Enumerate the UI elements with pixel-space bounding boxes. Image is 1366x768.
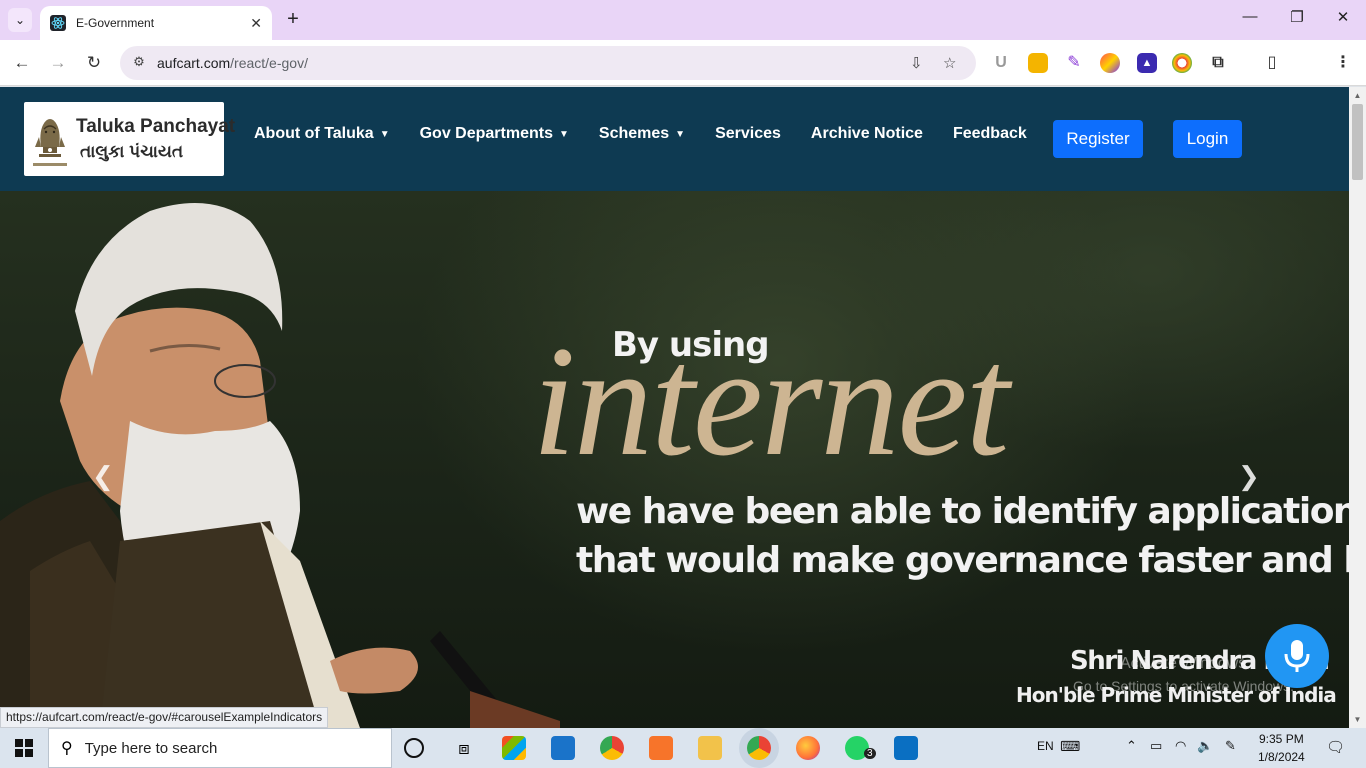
page-scrollbar[interactable]: ▲ ▼ — [1349, 87, 1366, 728]
carousel-next-icon[interactable]: ❯ — [1238, 461, 1260, 492]
yellow-extension-icon[interactable] — [1028, 53, 1048, 73]
chrome-taskbar-icon[interactable] — [600, 736, 624, 760]
back-icon[interactable]: ← — [11, 52, 33, 74]
restore-icon[interactable]: ❐ — [1285, 8, 1309, 26]
search-icon: ⚲ — [61, 740, 73, 757]
pen-icon[interactable]: ✎ — [1225, 738, 1236, 754]
main-nav: About of Taluka ▼ Gov Departments ▼ Scheme… — [254, 125, 1057, 143]
taskbar-search-placeholder: Type here to search — [84, 739, 218, 757]
chrome-extension-icon[interactable] — [1172, 53, 1192, 73]
scroll-up-icon[interactable]: ▲ — [1349, 87, 1366, 104]
firefox-icon[interactable] — [796, 736, 820, 760]
logo-text-gujarati: તાલુકા પંચાયત — [80, 142, 184, 161]
browser-menu-icon[interactable]: ⋮ — [1333, 53, 1353, 73]
extensions-puzzle-icon[interactable]: ⧉ — [1208, 53, 1228, 73]
page-viewport: Taluka Panchayat તાલુકા પંચાયત About of … — [0, 87, 1349, 728]
site-info-icon[interactable]: ⚙ — [130, 54, 148, 72]
vscode-icon[interactable] — [894, 736, 918, 760]
logo-text-english: Taluka Panchayat — [76, 116, 236, 137]
store-icon[interactable] — [502, 736, 526, 760]
task-view-icon[interactable]: ⧈ — [452, 736, 476, 760]
install-app-icon[interactable]: ⇩ — [910, 54, 923, 72]
hero-carousel: By using internet we have been able to i… — [0, 191, 1349, 728]
quote-internet: internet — [532, 314, 1009, 489]
reload-icon[interactable]: ↻ — [83, 52, 105, 74]
scroll-down-icon[interactable]: ▼ — [1349, 711, 1366, 728]
voice-search-button[interactable] — [1265, 624, 1329, 688]
site-navbar: Taluka Panchayat તાલુકા પંચાયત About of … — [0, 87, 1349, 191]
nav-gov-departments[interactable]: Gov Departments ▼ — [420, 125, 569, 143]
chevron-down-icon: ▼ — [379, 128, 390, 140]
cap-extension-icon[interactable]: ▲ — [1137, 53, 1157, 73]
notifications-icon[interactable]: 🗨 — [1326, 738, 1345, 756]
browser-tab[interactable]: E-Government ✕ — [40, 6, 272, 40]
browser-tab-bar: ⌄ E-Government ✕ + — ❐ ✕ — [0, 0, 1366, 40]
file-explorer-icon[interactable] — [698, 736, 722, 760]
new-tab-icon[interactable]: + — [282, 8, 304, 30]
tab-close-icon[interactable]: ✕ — [250, 15, 262, 32]
address-bar[interactable]: ⚙ aufcart.com/react/e-gov/ ⇩ ☆ — [120, 46, 976, 80]
url-text: aufcart.com/react/e-gov/ — [157, 55, 308, 71]
quote-line-2: that would make governance faster and be… — [576, 540, 1349, 581]
nav-schemes[interactable]: Schemes ▼ — [599, 125, 685, 143]
forward-icon[interactable]: → — [47, 52, 69, 74]
side-panel-icon[interactable]: ▯ — [1262, 53, 1282, 73]
carousel-prev-icon[interactable]: ❮ — [92, 461, 114, 492]
tab-title: E-Government — [76, 16, 155, 30]
battery-icon[interactable]: ▭ — [1150, 738, 1162, 754]
clock-time[interactable]: 9:35 PM — [1259, 732, 1304, 746]
browser-toolbar: ← → ↻ ⚙ aufcart.com/react/e-gov/ ⇩ ☆ U ✎… — [0, 40, 1366, 113]
xampp-icon[interactable] — [649, 736, 673, 760]
register-button[interactable]: Register — [1053, 120, 1143, 158]
wifi-icon[interactable]: ◠ — [1175, 738, 1186, 754]
react-favicon-icon — [50, 15, 66, 31]
prime-minister-photo — [0, 203, 560, 728]
keyboard-icon[interactable]: ⌨ — [1060, 738, 1080, 755]
link-status-bar: https://aufcart.com/react/e-gov/#carouse… — [0, 707, 329, 728]
microphone-icon — [1284, 640, 1310, 672]
windows-start-icon[interactable] — [0, 728, 48, 768]
chevron-down-icon: ▼ — [675, 128, 686, 140]
minimize-icon[interactable]: — — [1238, 8, 1262, 25]
chevron-up-icon[interactable]: ⌃ — [1126, 738, 1137, 754]
activate-windows-title: Activate Windows — [1120, 655, 1247, 672]
nav-archive-notice[interactable]: Archive Notice — [811, 125, 923, 143]
chevron-down-icon: ▼ — [558, 128, 569, 140]
cortana-icon[interactable] — [404, 738, 424, 758]
national-emblem-icon — [33, 119, 67, 166]
clock-date[interactable]: 1/8/2024 — [1258, 750, 1305, 764]
pen-extension-icon[interactable]: ✎ — [1064, 53, 1084, 73]
color-extension-icon[interactable] — [1100, 53, 1120, 73]
activate-windows-hint: Go to Settings to activate Windows. — [1073, 678, 1294, 694]
nav-about-taluka[interactable]: About of Taluka ▼ — [254, 125, 390, 143]
bookmark-star-icon[interactable]: ☆ — [943, 54, 956, 72]
whatsapp-badge: 3 — [864, 748, 876, 759]
windows-taskbar: ⚲ Type here to search ⧈ 3 EN ⌨ ⌃ ▭ ◠ 🔈 ✎… — [0, 728, 1366, 768]
scroll-thumb[interactable] — [1352, 104, 1363, 180]
taskbar-search[interactable]: ⚲ Type here to search — [48, 728, 392, 768]
volume-icon[interactable]: 🔈 — [1197, 738, 1213, 754]
ublock-extension-icon[interactable]: U — [991, 53, 1011, 73]
login-button[interactable]: Login — [1173, 120, 1242, 158]
chrome-active-icon[interactable] — [747, 736, 771, 760]
close-window-icon[interactable]: ✕ — [1331, 8, 1355, 26]
mail-icon[interactable] — [551, 736, 575, 760]
site-logo[interactable]: Taluka Panchayat તાલુકા પંચાયત — [24, 102, 235, 176]
quote-line-1: we have been able to identify applicatio… — [576, 491, 1349, 532]
language-indicator[interactable]: EN — [1037, 739, 1054, 753]
nav-services[interactable]: Services — [715, 125, 781, 143]
tab-search-icon[interactable]: ⌄ — [8, 8, 32, 32]
nav-feedback[interactable]: Feedback — [953, 125, 1027, 143]
